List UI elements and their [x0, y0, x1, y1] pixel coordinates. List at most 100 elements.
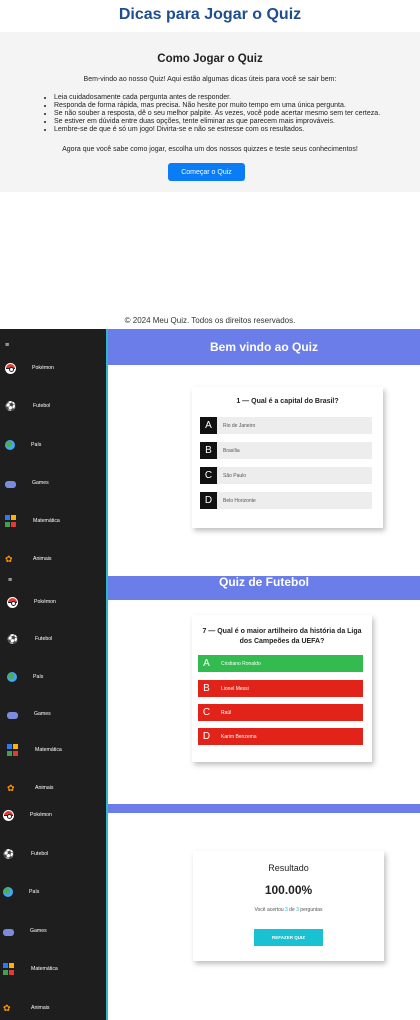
option-text: Karim Benzema [221, 733, 257, 740]
paw-icon: ✿ [7, 783, 15, 793]
sidebar-item-matematica[interactable]: Matemática [3, 962, 58, 976]
menu-icon[interactable]: ≡ [8, 577, 12, 584]
sidebar-item-games[interactable]: Games [5, 476, 49, 490]
tip-item: Se não souber a resposta, dê o seu melho… [54, 110, 380, 118]
answer-option-b[interactable]: B Lionel Messi [198, 680, 363, 697]
tips-panel: Como Jogar o Quiz Bem-vindo ao nosso Qui… [0, 32, 420, 192]
sidebar-item-label: Matemática [35, 747, 62, 753]
sidebar-item-label: País [31, 442, 42, 448]
gamepad-icon [3, 928, 14, 936]
sidebar-item-animais[interactable]: ✿ Animais [7, 781, 53, 795]
result-score: 100.00% [264, 883, 313, 897]
sidebar-item-label: País [33, 674, 44, 680]
sidebar-item-label: País [29, 889, 40, 895]
option-letter: B [200, 442, 217, 459]
paw-icon: ✿ [5, 554, 13, 564]
gamepad-icon [5, 480, 16, 488]
quiz-banner: Quiz de Futebol [108, 576, 420, 600]
sidebar-item-futebol[interactable]: ⚽ Futebol [3, 847, 48, 861]
option-text: Rio de Janeiro [223, 422, 256, 429]
sidebar-item-label: Animais [31, 1005, 50, 1011]
summary-text: perguntas [298, 907, 323, 913]
quiz-banner: Bem vindo ao Quiz [108, 329, 420, 365]
sidebar-item-label: Games [32, 480, 49, 486]
menu-icon[interactable]: ≡ [5, 342, 9, 349]
tips-outro: Agora que você sabe como jogar, escolha … [62, 146, 358, 153]
option-letter: D [200, 492, 217, 509]
answer-option-d[interactable]: D Karim Benzema [198, 728, 363, 745]
math-symbols-icon [3, 963, 15, 975]
tips-heading: Como Jogar o Quiz [157, 53, 263, 65]
redo-quiz-button[interactable]: REFAZER QUIZ [254, 929, 323, 946]
sidebar-item-label: Animais [33, 556, 52, 562]
sidebar-item-matematica[interactable]: Matemática [5, 514, 60, 528]
sidebar-item-label: Pokémon [34, 599, 56, 605]
sidebar-item-pokemon[interactable]: Pokémon [5, 361, 54, 375]
sidebar-item-label: Games [30, 928, 47, 934]
sidebar-item-label: Games [34, 711, 51, 717]
gamepad-icon [7, 711, 18, 719]
result-summary: Você acertou 3 de 3 perguntas [193, 907, 384, 913]
sidebar-item-label: Animais [35, 785, 54, 791]
math-symbols-icon [7, 744, 19, 756]
football-player-icon: ⚽ [5, 401, 17, 411]
answer-option-b[interactable]: B Brasília [200, 442, 372, 459]
sidebar-item-futebol[interactable]: ⚽ Futebol [5, 399, 50, 413]
globe-icon [3, 887, 13, 897]
answer-option-d[interactable]: D Belo Horizonte [200, 492, 372, 509]
sidebar-item-label: Futebol [35, 636, 53, 642]
sidebar-item-pais[interactable]: País [7, 670, 43, 684]
answer-option-a[interactable]: A Rio de Janeiro [200, 417, 372, 434]
sidebar-item-games[interactable]: Games [3, 924, 47, 938]
sidebar-item-pais[interactable]: País [3, 885, 39, 899]
sidebar-item-label: Futebol [31, 851, 49, 857]
paw-icon: ✿ [3, 1003, 11, 1013]
sidebar-item-label: Futebol [33, 403, 51, 409]
option-text: Cristiano Ronaldo [221, 660, 261, 667]
option-letter: A [203, 658, 210, 669]
sidebar-item-pokemon[interactable]: Pokémon [3, 808, 52, 822]
tip-item: Leia cuidadosamente cada pergunta antes … [54, 94, 380, 102]
summary-text: Você acertou [254, 907, 286, 913]
sidebar-item-label: Pokémon [32, 365, 54, 371]
sidebar-item-pais[interactable]: País [5, 438, 41, 452]
option-letter: B [203, 683, 210, 694]
tip-item: Lembre-se de que é só um jogo! Divirta-s… [54, 126, 380, 134]
question-text: 7 — Qual é o maior artilheiro da históri… [192, 627, 372, 647]
answer-option-c[interactable]: C São Paulo [200, 467, 372, 484]
option-letter: C [202, 707, 211, 718]
answer-option-c[interactable]: C Raúl [198, 704, 363, 721]
start-quiz-button[interactable]: Começar o Quiz [168, 163, 245, 181]
sidebar-item-pokemon[interactable]: Pokémon [7, 595, 56, 609]
math-symbols-icon [5, 515, 17, 527]
answer-option-a[interactable]: A Cristiano Ronaldo [198, 655, 363, 672]
result-card: Resultado 100.00% Você acertou 3 de 3 pe… [193, 851, 384, 961]
option-text: Brasília [223, 447, 240, 454]
question-text: 1 — Qual é a capital do Brasil? [236, 398, 339, 405]
sidebar-item-label: Matemática [31, 966, 58, 972]
result-banner [108, 804, 420, 813]
option-text: Raúl [221, 709, 232, 716]
option-text: Lionel Messi [221, 685, 249, 692]
sidebar: ≡ Pokémon ⚽ Futebol País Games Matemátic… [0, 329, 108, 1020]
option-letter: D [202, 731, 211, 742]
tip-item: Se estiver em dúvida entre duas opções, … [54, 118, 380, 126]
sidebar-item-animais[interactable]: ✿ Animais [3, 1001, 49, 1015]
pokeball-icon [3, 809, 14, 821]
footer-copyright: © 2024 Meu Quiz. Todos os direitos reser… [124, 316, 296, 325]
question-line: 7 — Qual é o maior artilheiro da históri… [202, 628, 362, 635]
sidebar-item-games[interactable]: Games [7, 707, 51, 721]
sidebar-item-label: Matemática [33, 518, 60, 524]
tips-intro: Bem-vindo ao nosso Quiz! Aqui estão algu… [83, 76, 337, 83]
pokeball-icon [5, 362, 16, 374]
football-player-icon: ⚽ [7, 634, 19, 644]
page-title: Dicas para Jogar o Quiz [118, 6, 302, 23]
summary-text: de [287, 907, 297, 913]
result-title: Resultado [268, 863, 309, 873]
sidebar-item-futebol[interactable]: ⚽ Futebol [7, 632, 52, 646]
option-text: São Paulo [223, 472, 247, 479]
option-text: Belo Horizonte [223, 497, 256, 504]
sidebar-item-matematica[interactable]: Matemática [7, 743, 62, 757]
tip-item: Responda de forma rápida, mas precisa. N… [54, 102, 380, 110]
sidebar-item-animais[interactable]: ✿ Animais [5, 552, 51, 566]
